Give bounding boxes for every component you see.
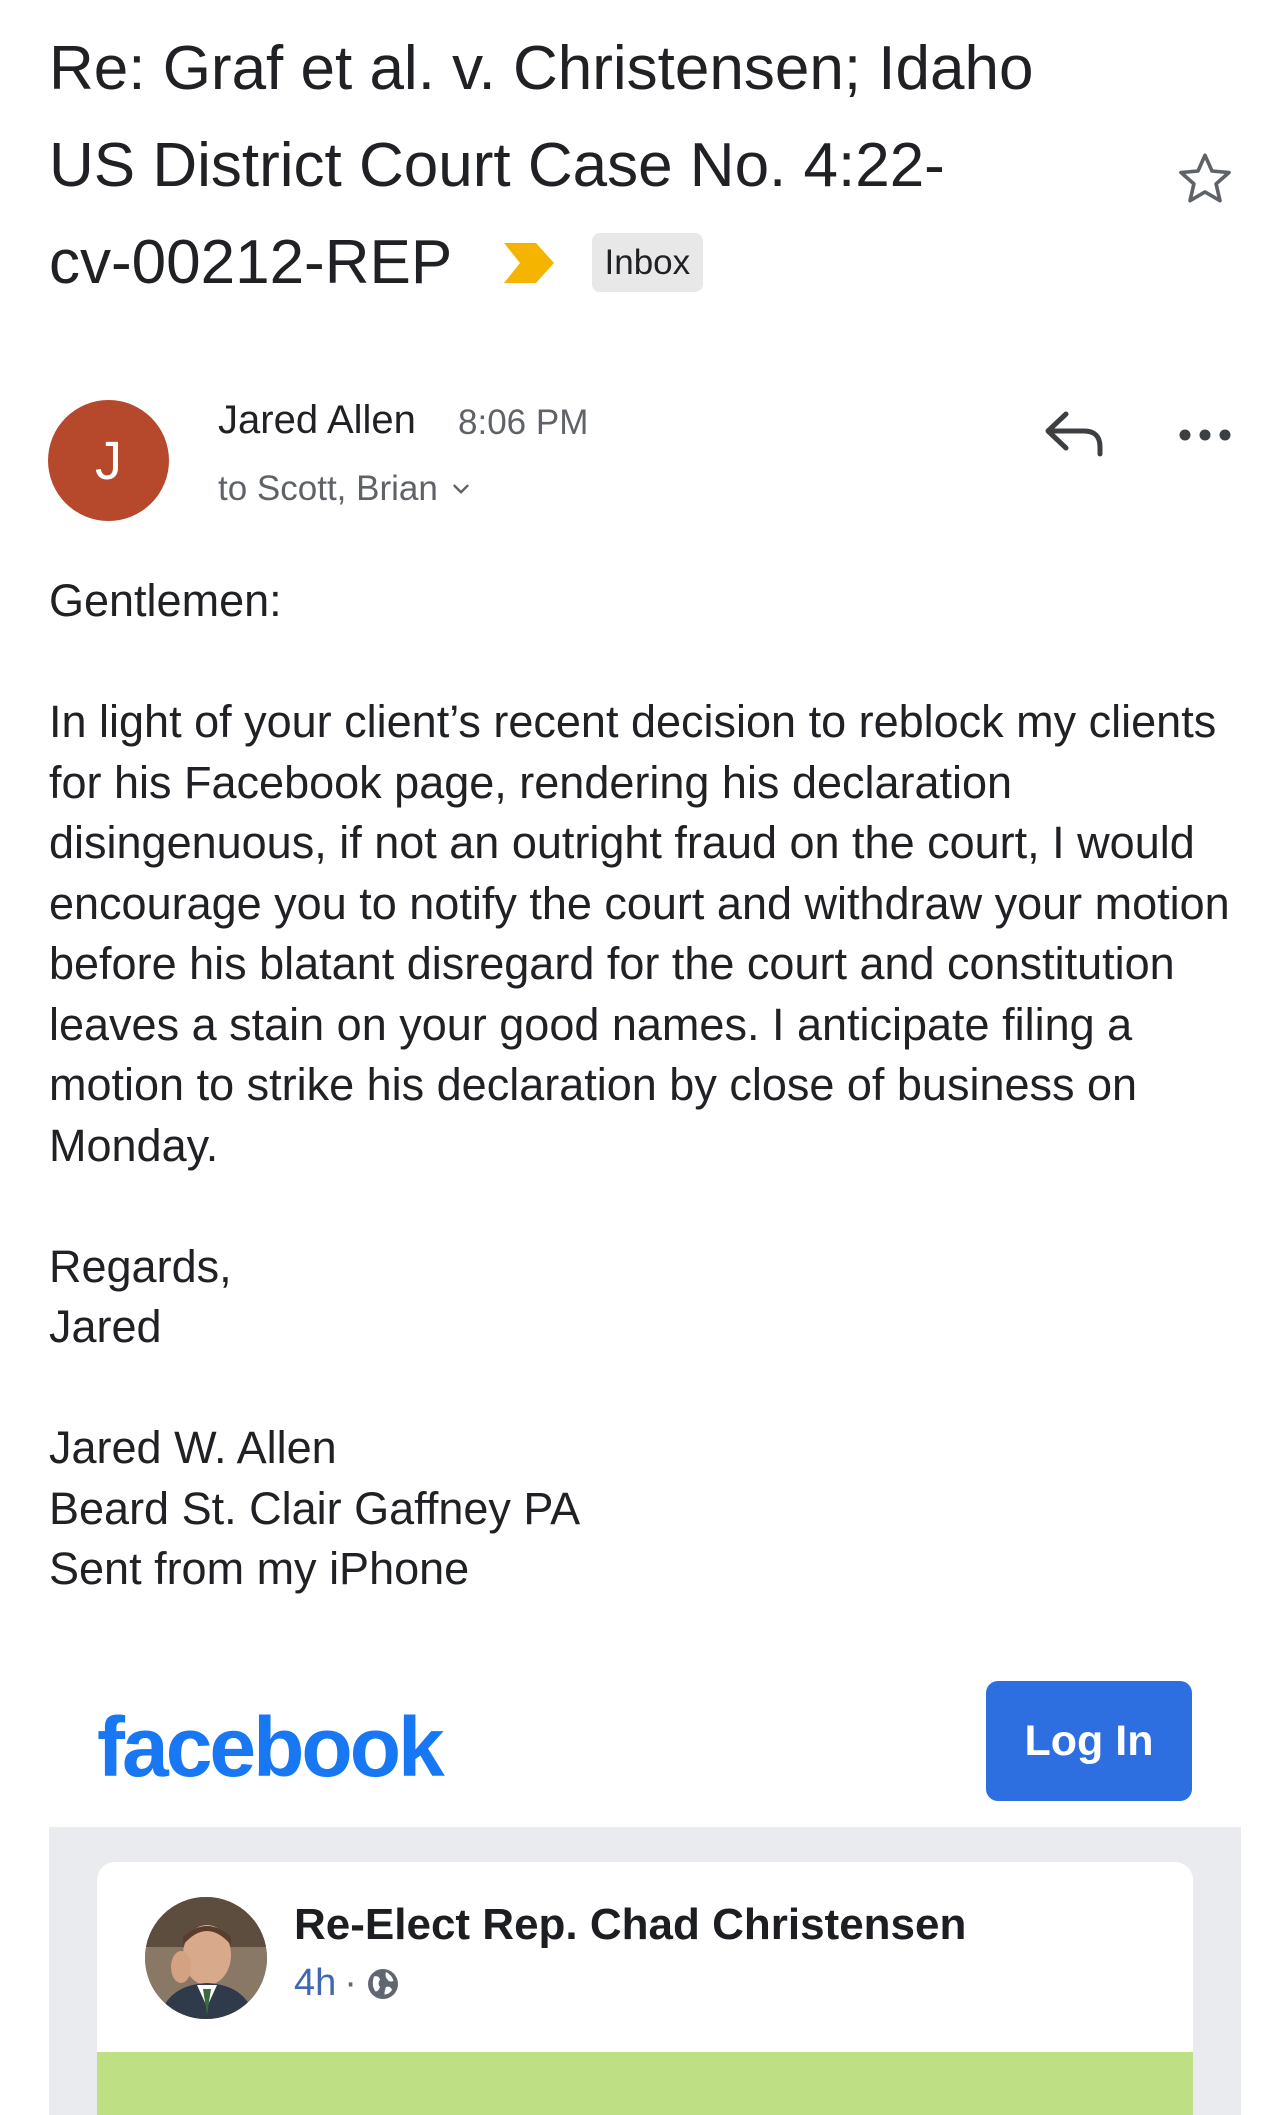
post-time[interactable]: 4h bbox=[294, 1962, 336, 2005]
inbox-label-chip[interactable]: Inbox bbox=[591, 233, 704, 293]
facebook-post-card[interactable]: Re-Elect Rep. Chad Christensen 4h · bbox=[97, 1862, 1193, 2115]
star-icon[interactable] bbox=[1174, 148, 1236, 210]
importance-marker-icon[interactable] bbox=[502, 241, 556, 285]
sender-avatar[interactable]: J bbox=[48, 400, 169, 521]
page-avatar[interactable] bbox=[145, 1897, 267, 2019]
post-meta: 4h · bbox=[294, 1962, 401, 2005]
page-avatar-photo bbox=[145, 1897, 267, 2019]
globe-icon bbox=[367, 1968, 398, 1999]
reply-icon[interactable] bbox=[1040, 404, 1110, 464]
facebook-preview-header: facebook Log In bbox=[49, 1655, 1241, 1827]
subject-line-2: US District Court Case No. 4:22- bbox=[49, 131, 945, 200]
chevron-down-icon bbox=[453, 484, 469, 493]
email-subject: Re: Graf et al. v. Christensen; Idaho US… bbox=[49, 20, 1149, 311]
meta-separator: · bbox=[344, 1962, 357, 2004]
email-body: Gentlemen: In light of your client’s rec… bbox=[49, 575, 1230, 1594]
post-content-preview[interactable] bbox=[97, 2052, 1193, 2115]
recipients-text: to Scott, Brian bbox=[218, 469, 438, 508]
page-name[interactable]: Re-Elect Rep. Chad Christensen bbox=[294, 1900, 966, 1950]
sender-name[interactable]: Jared Allen bbox=[218, 395, 416, 445]
facebook-logo: facebook bbox=[97, 1700, 445, 1794]
subject-line-1: Re: Graf et al. v. Christensen; Idaho bbox=[49, 34, 1034, 103]
recipients-toggle[interactable]: to Scott, Brian bbox=[218, 466, 474, 511]
facebook-preview-feed[interactable]: Re-Elect Rep. Chad Christensen 4h · bbox=[49, 1827, 1241, 2115]
more-icon[interactable] bbox=[1176, 418, 1234, 452]
subject-line-3: cv-00212-REP bbox=[49, 228, 452, 297]
subject-line-3-row: cv-00212-REP Inbox bbox=[49, 214, 1149, 311]
facebook-login-button[interactable]: Log In bbox=[986, 1681, 1192, 1801]
message-time: 8:06 PM bbox=[458, 403, 589, 442]
